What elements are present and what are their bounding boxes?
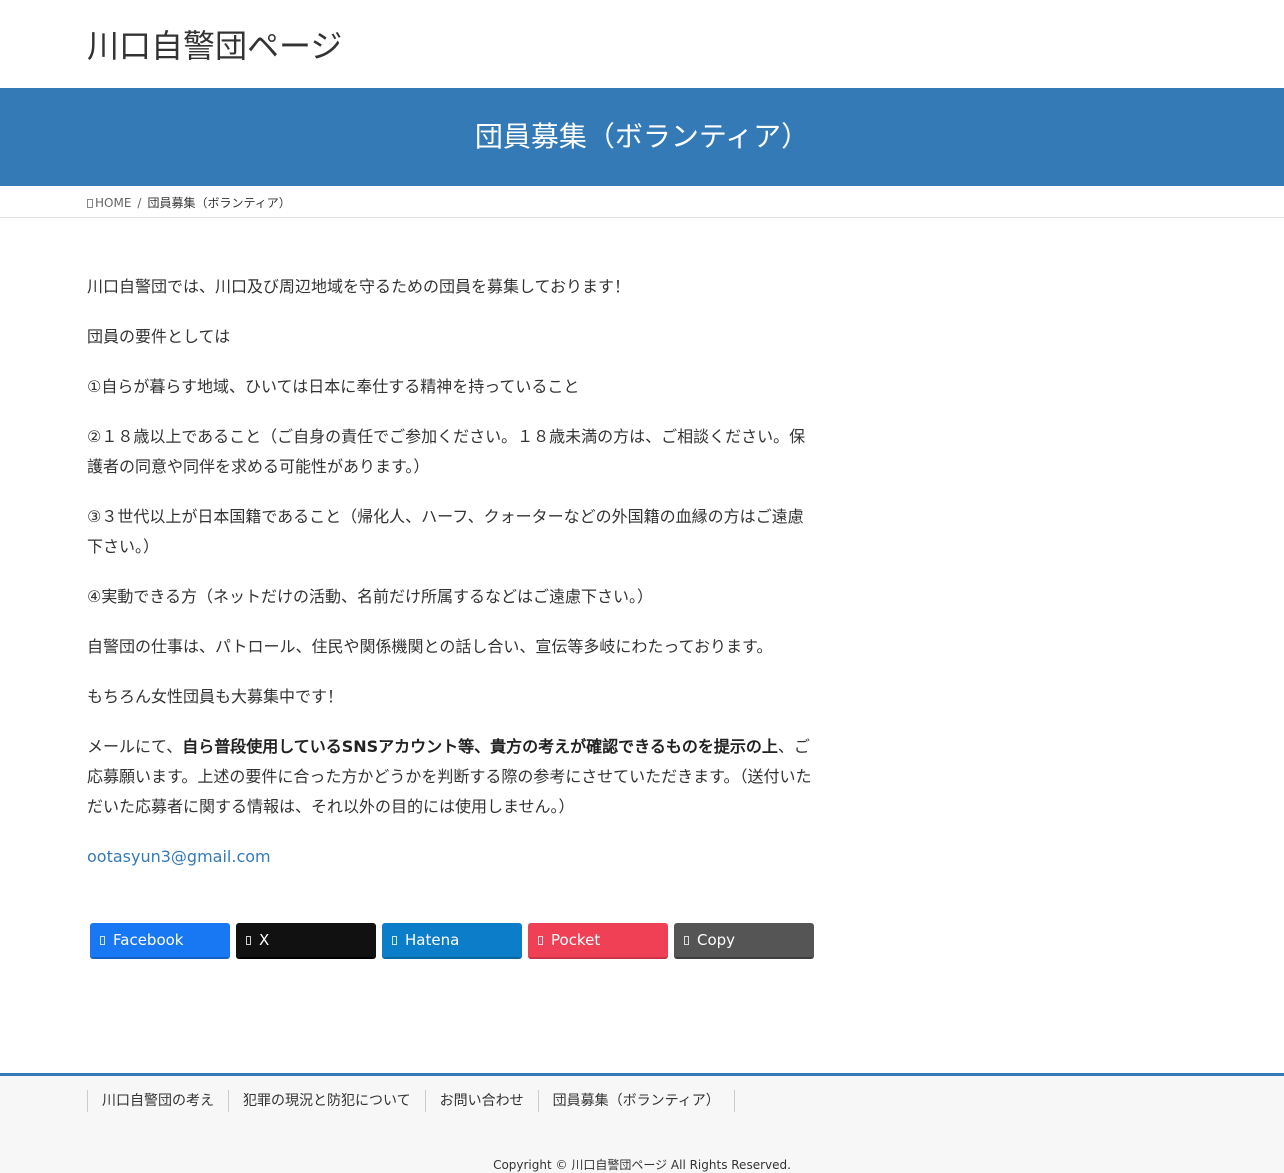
paragraph-requirement-1: ①自らが暮らす地域、ひいては日本に奉仕する精神を持っていること: [87, 377, 580, 396]
breadcrumb-home-link[interactable]: HOME: [95, 194, 131, 212]
site-header: 川口自警団ページ: [0, 0, 1284, 88]
application-text-bold: 自ら普段使用しているSNSアカウント等、貴方の考えが確認できるものを提示の上: [182, 737, 778, 756]
site-footer: 川口自警団の考え 犯罪の現況と防犯について お問い合わせ 団員募集（ボランティア…: [0, 1073, 1284, 1173]
copyright: Copyright © 川口自警団ページ All Rights Reserved…: [493, 1158, 791, 1172]
share-copy-label: Copy: [697, 931, 736, 949]
share-pocket-label: Pocket: [551, 931, 601, 949]
breadcrumb-current: 団員募集（ボランティア）: [147, 196, 291, 210]
home-icon: [87, 198, 93, 208]
breadcrumb-bar: HOME / 団員募集（ボランティア）: [0, 186, 1284, 218]
paragraph-duties: 自警団の仕事は、パトロール、住民や関係機関との話し合い、宣伝等多岐にわたっており…: [87, 637, 773, 656]
breadcrumb: HOME / 団員募集（ボランティア）: [87, 194, 291, 212]
paragraph-women-welcome: もちろん女性団員も大募集中です！: [87, 687, 344, 706]
share-x-button[interactable]: X: [236, 923, 376, 959]
share-hatena-label: Hatena: [405, 931, 460, 949]
share-copy-button[interactable]: Copy: [674, 923, 814, 959]
facebook-icon: [100, 935, 105, 945]
paragraph-requirement-3: ③３世代以上が日本国籍であること（帰化人、ハーフ、クォーターなどの外国籍の血縁の…: [87, 507, 804, 556]
main-content: 川口自警団では、川口及び周辺地域を守るための団員を募集しております！ 団員の要件…: [87, 272, 817, 872]
footer-nav-item-philosophy[interactable]: 川口自警団の考え: [87, 1090, 228, 1112]
application-text-pre: メールにて、: [87, 737, 183, 756]
hatena-icon: [392, 935, 397, 945]
share-pocket-button[interactable]: Pocket: [528, 923, 668, 959]
share-facebook-button[interactable]: Facebook: [90, 923, 230, 959]
paragraph-requirement-2: ②１８歳以上であること（ご自身の責任でご参加ください。１８歳未満の方は、ご相談く…: [87, 427, 806, 476]
footer-nav-item-contact[interactable]: お問い合わせ: [424, 1090, 538, 1112]
copy-icon: [684, 935, 689, 945]
paragraph-requirements-heading: 団員の要件としては: [87, 327, 231, 346]
share-hatena-button[interactable]: Hatena: [382, 923, 522, 959]
email-link[interactable]: ootasyun3@gmail.com: [87, 847, 271, 866]
page-header: 団員募集（ボランティア）: [0, 88, 1284, 186]
share-buttons: Facebook X Hatena Pocket Copy: [90, 923, 820, 959]
site-title-link[interactable]: 川口自警団ページ: [87, 24, 342, 68]
footer-nav: 川口自警団の考え 犯罪の現況と防犯について お問い合わせ 団員募集（ボランティア…: [87, 1090, 735, 1112]
paragraph-intro: 川口自警団では、川口及び周辺地域を守るための団員を募集しております！: [87, 277, 631, 296]
pocket-icon: [538, 935, 543, 945]
footer-nav-item-crime-prevention[interactable]: 犯罪の現況と防犯について: [228, 1090, 425, 1112]
x-icon: [246, 935, 251, 945]
page-title: 団員募集（ボランティア）: [474, 120, 810, 153]
share-x-label: X: [259, 931, 270, 949]
paragraph-requirement-4: ④実動できる方（ネットだけの活動、名前だけ所属するなどはご遠慮下さい。）: [87, 587, 654, 606]
footer-nav-item-recruitment[interactable]: 団員募集（ボランティア）: [537, 1090, 735, 1112]
paragraph-application: メールにて、自ら普段使用しているSNSアカウント等、貴方の考えが確認できるものを…: [87, 732, 817, 822]
share-facebook-label: Facebook: [113, 931, 184, 949]
breadcrumb-separator: /: [137, 196, 142, 210]
